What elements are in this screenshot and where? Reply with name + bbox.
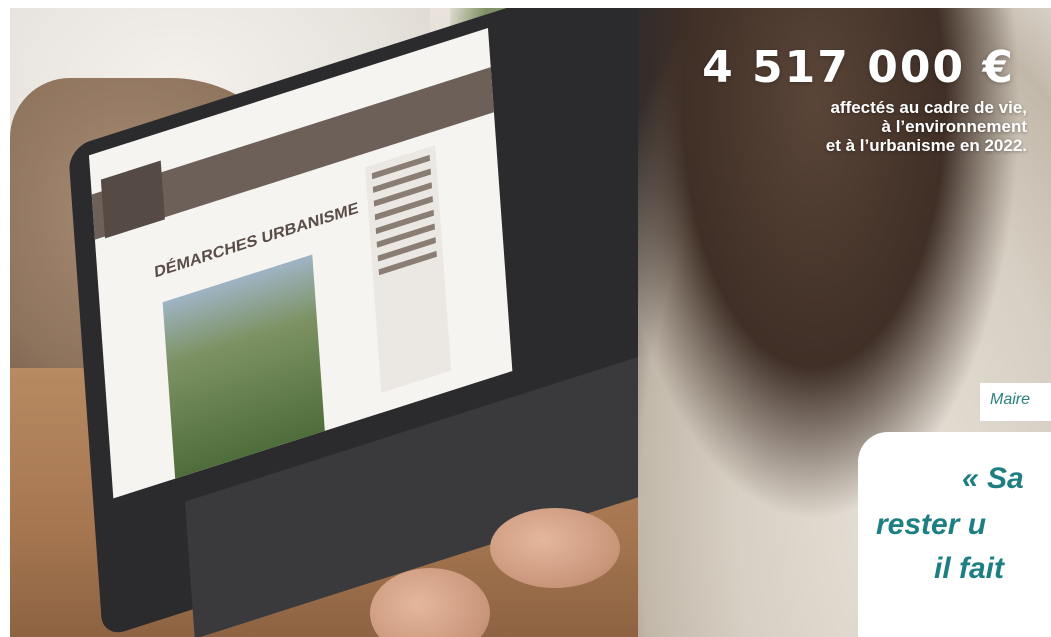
stat-line: et à l’urbanisme en 2022.: [825, 136, 1027, 155]
quote-line: il fait: [934, 552, 1005, 585]
quote-line: rester u: [876, 508, 987, 541]
website-page-title: DÉMARCHES URBANISME: [153, 199, 360, 282]
quote-panel: « Sa rester u il fait: [858, 432, 1051, 637]
right-hand: [490, 508, 620, 588]
stat-line: affectés au cadre de vie,: [830, 98, 1027, 117]
maire-label-text: Maire: [990, 391, 1031, 408]
website-sidebar: [365, 145, 452, 393]
stat-amount: 4 517 000 €: [702, 42, 1015, 93]
quote-line: « Sa: [962, 462, 1024, 495]
stat-line: à l’environnement: [881, 117, 1027, 136]
website-logo: [100, 160, 165, 239]
maire-label: Maire: [980, 383, 1051, 421]
stat-description: affectés au cadre de vie, à l’environnem…: [727, 98, 1027, 155]
website-aerial-photo: [162, 254, 325, 479]
